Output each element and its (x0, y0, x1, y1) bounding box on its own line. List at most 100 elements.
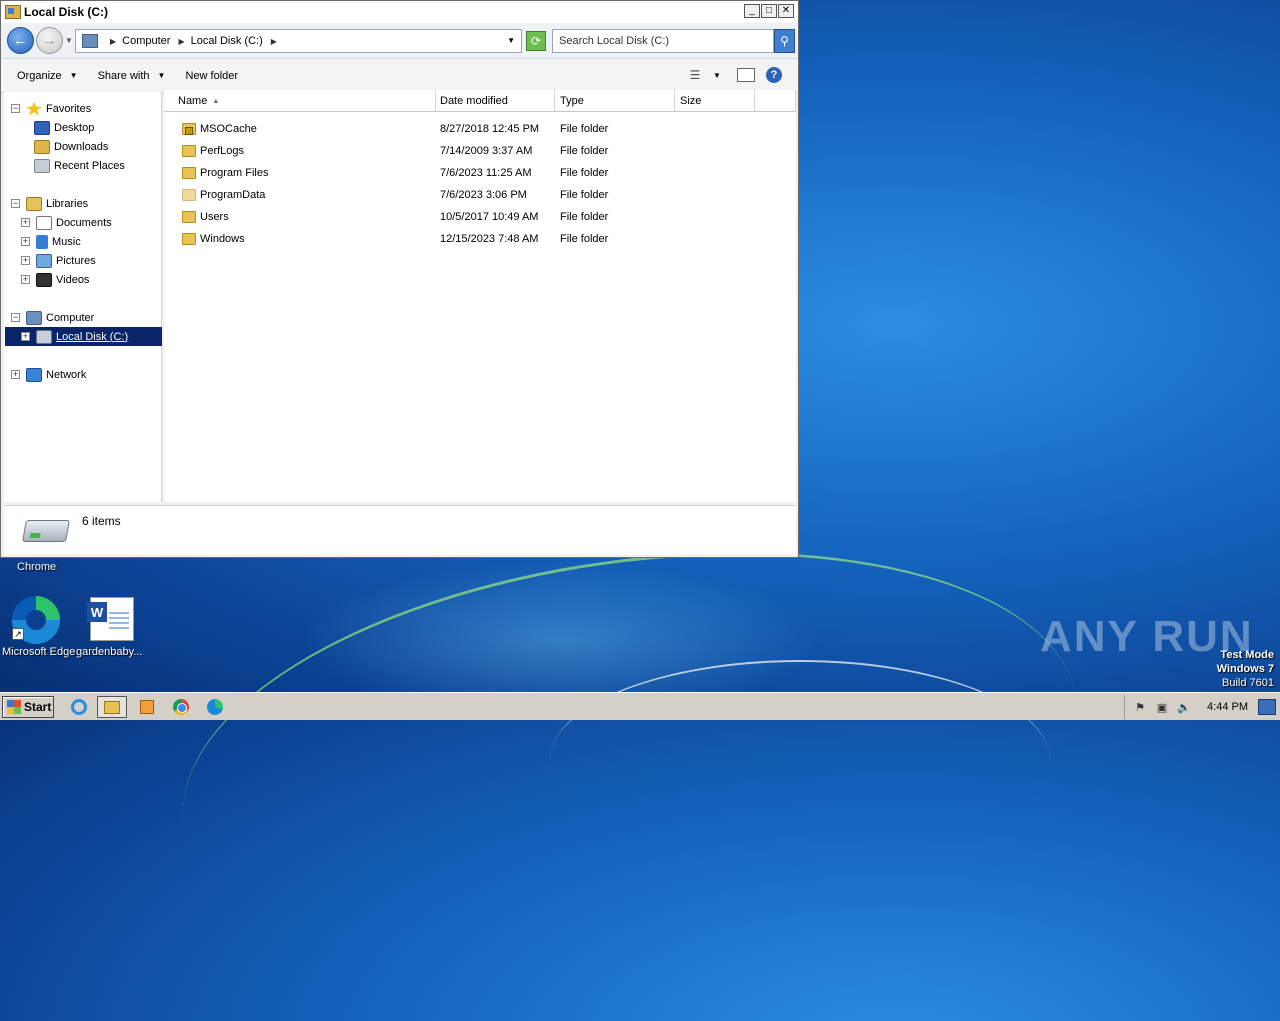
collapse-icon[interactable]: − (11, 313, 20, 322)
breadcrumb-arrow-icon[interactable]: ▶ (178, 37, 184, 46)
address-bar[interactable]: ▶ Computer ▶ Local Disk (C:) ▶ ▼ (75, 29, 522, 53)
minimize-button[interactable]: _ (744, 4, 760, 18)
history-dropdown-icon[interactable]: ▼ (65, 36, 73, 45)
action-center-flag-icon[interactable]: ⚑ (1133, 700, 1147, 714)
desktop-chrome-label[interactable]: Chrome (17, 561, 56, 573)
breadcrumb-arrow-icon[interactable]: ▶ (271, 37, 277, 46)
nav-videos[interactable]: + Videos (21, 270, 178, 289)
new-folder-button[interactable]: New folder (185, 70, 238, 82)
title-bar[interactable]: Local Disk (C:) _ □ ✕ (1, 1, 798, 23)
organize-label: Organize (17, 69, 62, 82)
nav-label: Music (52, 235, 81, 248)
videos-icon (36, 272, 52, 287)
expand-icon[interactable]: + (21, 218, 30, 227)
music-icon (36, 234, 48, 249)
column-name-label: Name (178, 95, 208, 107)
show-desktop-icon[interactable] (1258, 699, 1276, 715)
view-dropdown-icon[interactable]: ▼ (712, 66, 722, 84)
share-with-button[interactable]: Share with ▼ (98, 70, 166, 82)
explorer-icon (104, 700, 120, 714)
nav-favorites[interactable]: − Favorites (11, 99, 168, 118)
expand-icon[interactable]: + (21, 256, 30, 265)
address-dropdown-icon[interactable]: ▼ (507, 36, 515, 45)
file-date: 7/6/2023 3:06 PM (440, 189, 527, 201)
command-bar: Organize ▼ Share with ▼ New folder ☰ ▼ ? (1, 59, 798, 93)
organize-button[interactable]: Organize ▼ (17, 70, 78, 82)
desktop-edge-label[interactable]: Microsoft Edge (2, 646, 75, 658)
taskbar-explorer[interactable] (97, 696, 127, 718)
preview-pane-icon[interactable] (737, 68, 755, 82)
nav-network[interactable]: + Network (11, 365, 168, 384)
nav-label: Documents (56, 216, 112, 229)
close-button[interactable]: ✕ (778, 4, 794, 18)
breadcrumb-computer[interactable]: Computer (122, 35, 170, 47)
media-player-icon (140, 700, 154, 714)
column-filler (754, 90, 796, 112)
local-disk-icon (36, 329, 52, 344)
volume-icon[interactable]: 🔈 (1177, 700, 1191, 714)
expand-icon[interactable]: + (21, 237, 30, 246)
nav-documents[interactable]: + Documents (21, 213, 178, 232)
file-name: Program Files (200, 167, 269, 179)
search-icon[interactable]: ⚲ (774, 29, 795, 53)
shortcut-arrow-icon: ↗ (12, 628, 24, 640)
maximize-button[interactable]: □ (761, 4, 777, 18)
column-size[interactable]: Size (674, 90, 755, 112)
chevron-down-icon: ▼ (157, 71, 166, 80)
back-button[interactable]: ← (7, 27, 34, 54)
column-headers: Name ▲ Date modified Type Size (164, 90, 796, 112)
nav-local-disk[interactable]: + Local Disk (C:) (5, 327, 162, 346)
documents-icon (36, 215, 52, 230)
nav-pictures[interactable]: + Pictures (21, 251, 178, 270)
file-date: 10/5/2017 10:49 AM (440, 211, 539, 223)
star-icon (26, 101, 42, 116)
desktop-icon (34, 120, 50, 135)
expand-icon[interactable]: + (11, 370, 20, 379)
collapse-icon[interactable]: − (11, 104, 20, 113)
taskbar-edge[interactable] (204, 697, 226, 717)
view-options-icon[interactable]: ☰ (686, 66, 704, 84)
breadcrumb-local-disk[interactable]: Local Disk (C:) (191, 35, 263, 47)
file-name: PerfLogs (200, 145, 245, 157)
expand-icon[interactable]: + (21, 275, 30, 284)
sort-ascending-icon: ▲ (212, 97, 220, 105)
table-row[interactable]: Program Files 7/6/2023 11:25 AM File fol… (164, 163, 796, 185)
breadcrumb-arrow-icon[interactable]: ▶ (110, 37, 116, 46)
folder-icon (182, 167, 196, 179)
clock[interactable]: 4:44 PM (1207, 701, 1248, 713)
collapse-icon[interactable]: − (11, 199, 20, 208)
column-type[interactable]: Type (554, 90, 675, 112)
hidden-folder-icon (182, 189, 196, 201)
computer-icon (26, 310, 42, 325)
hard-drive-icon (22, 520, 70, 542)
test-mode-line: Test Mode (1220, 649, 1274, 661)
nav-music[interactable]: + Music (21, 232, 178, 251)
expand-icon[interactable]: + (21, 332, 30, 341)
word-document-icon[interactable] (87, 597, 134, 641)
table-row[interactable]: Windows 12/15/2023 7:48 AM File folder (164, 229, 796, 251)
folder-icon (182, 145, 196, 157)
taskbar-chrome[interactable] (170, 697, 192, 717)
table-row[interactable]: PerfLogs 7/14/2009 3:37 AM File folder (164, 141, 796, 163)
start-button[interactable]: Start (2, 696, 54, 718)
nav-libraries[interactable]: − Libraries (11, 194, 168, 213)
desktop-doc-label[interactable]: gardenbaby... (76, 646, 142, 658)
file-date: 7/14/2009 3:37 AM (440, 145, 533, 157)
file-name: Users (200, 211, 229, 223)
system-tray: ⚑ ▣ 🔈 4:44 PM (1124, 695, 1280, 719)
downloads-icon (34, 139, 50, 154)
table-row[interactable]: ProgramData 7/6/2023 3:06 PM File folder (164, 185, 796, 207)
network-tray-icon[interactable]: ▣ (1155, 700, 1169, 714)
edge-icon (207, 699, 223, 715)
taskbar-ie[interactable] (68, 697, 90, 717)
search-input[interactable]: Search Local Disk (C:) (552, 29, 774, 53)
refresh-button[interactable]: ⟳ (526, 31, 546, 51)
help-icon[interactable]: ? (766, 67, 782, 83)
forward-button[interactable]: → (36, 27, 63, 54)
nav-computer[interactable]: − Computer (11, 308, 168, 327)
column-name[interactable]: Name ▲ (172, 90, 436, 112)
table-row[interactable]: MSOCache 8/27/2018 12:45 PM File folder (164, 119, 796, 141)
table-row[interactable]: Users 10/5/2017 10:49 AM File folder (164, 207, 796, 229)
taskbar-media-player[interactable] (136, 697, 158, 717)
column-date-modified[interactable]: Date modified (434, 90, 555, 112)
